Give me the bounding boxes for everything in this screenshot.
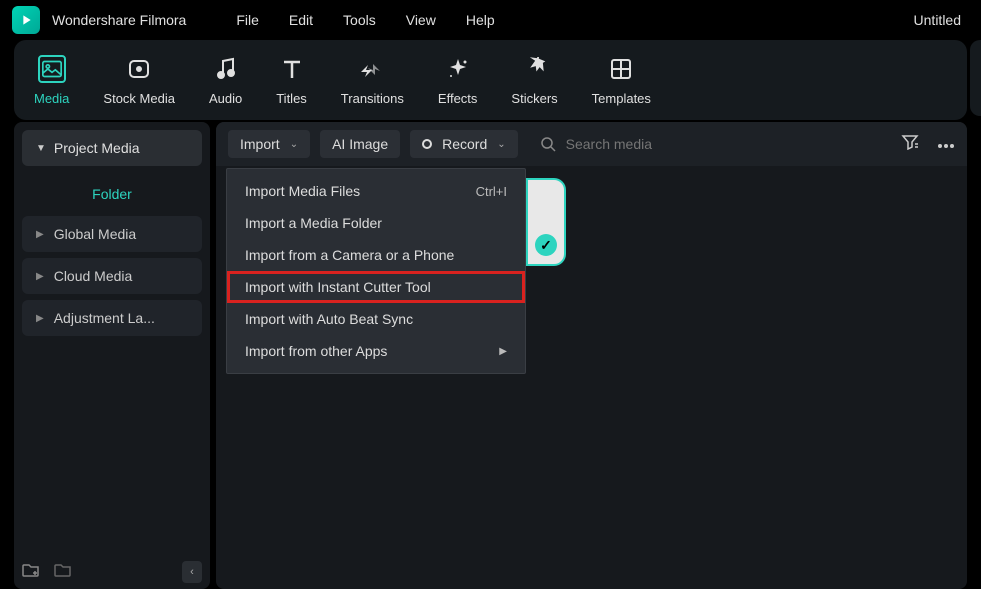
toolbar-audio[interactable]: Audio	[209, 55, 242, 106]
more-options-icon[interactable]	[937, 135, 955, 153]
app-logo-icon	[12, 6, 40, 34]
toolbar-effects-label: Effects	[438, 91, 478, 106]
audio-icon	[212, 55, 240, 83]
record-label: Record	[442, 136, 487, 152]
project-media-label: Project Media	[54, 140, 140, 156]
templates-icon	[607, 55, 635, 83]
content-panel: Import ⌄ AI Image Record ⌄ ✓	[216, 122, 967, 589]
sidebar-item-adjustment-layer[interactable]: ▶ Adjustment La...	[22, 300, 202, 336]
menu-help[interactable]: Help	[466, 12, 495, 28]
transitions-icon	[358, 55, 386, 83]
toolbar-transitions[interactable]: Transitions	[341, 55, 404, 106]
import-button[interactable]: Import ⌄	[228, 130, 310, 158]
dropdown-import-other-apps[interactable]: Import from other Apps ▶	[227, 335, 525, 367]
sidebar-item-label: Adjustment La...	[54, 310, 155, 326]
toolbar-templates-label: Templates	[592, 91, 651, 106]
dropdown-item-label: Import from other Apps	[245, 343, 387, 359]
sidebar-item-global-media[interactable]: ▶ Global Media	[22, 216, 202, 252]
sidebar: ▼ Project Media Folder ▶ Global Media ▶ …	[14, 122, 210, 589]
menu-edit[interactable]: Edit	[289, 12, 313, 28]
dropdown-import-instant-cutter[interactable]: Import with Instant Cutter Tool	[227, 271, 525, 303]
menu-view[interactable]: View	[406, 12, 436, 28]
menu-bar: File Edit Tools View Help	[236, 12, 494, 28]
ai-image-button[interactable]: AI Image	[320, 130, 400, 158]
chevron-down-icon: ⌄	[497, 139, 505, 150]
effects-icon	[444, 55, 472, 83]
sidebar-item-cloud-media[interactable]: ▶ Cloud Media	[22, 258, 202, 294]
dropdown-item-label: Import with Auto Beat Sync	[245, 311, 413, 327]
new-folder-icon[interactable]	[22, 562, 40, 583]
import-dropdown-menu: Import Media Files Ctrl+I Import a Media…	[226, 168, 526, 374]
toolbar-audio-label: Audio	[209, 91, 242, 106]
app-title: Wondershare Filmora	[52, 12, 186, 28]
dropdown-item-label: Import from a Camera or a Phone	[245, 247, 454, 263]
dropdown-item-label: Import a Media Folder	[245, 215, 382, 231]
dropdown-item-label: Import with Instant Cutter Tool	[245, 279, 431, 295]
import-label: Import	[240, 136, 280, 152]
toolbar-stickers[interactable]: Stickers	[511, 55, 557, 106]
dropdown-shortcut: Ctrl+I	[476, 184, 507, 199]
title-bar: Wondershare Filmora File Edit Tools View…	[0, 0, 981, 40]
search-wrap	[540, 136, 766, 152]
dropdown-import-camera-phone[interactable]: Import from a Camera or a Phone	[227, 239, 525, 271]
toolbar-media[interactable]: Media	[34, 55, 69, 106]
stock-media-icon	[125, 55, 153, 83]
toolbar-media-label: Media	[34, 91, 69, 106]
ai-image-label: AI Image	[332, 136, 388, 152]
chevron-right-icon: ▶	[36, 229, 44, 240]
search-icon	[540, 136, 556, 152]
toolbar-templates[interactable]: Templates	[592, 55, 651, 106]
toolbar-stock-media-label: Stock Media	[103, 91, 175, 106]
dropdown-import-media-folder[interactable]: Import a Media Folder	[227, 207, 525, 239]
content-toolbar: Import ⌄ AI Image Record ⌄	[216, 122, 967, 166]
folder-button[interactable]: Folder	[22, 172, 202, 216]
document-title: Untitled	[914, 12, 961, 28]
right-panel-edge	[970, 40, 981, 116]
stickers-icon	[521, 55, 549, 83]
dropdown-import-auto-beat[interactable]: Import with Auto Beat Sync	[227, 303, 525, 335]
folder-icon[interactable]	[54, 562, 72, 583]
sidebar-bottom-bar: ‹	[22, 561, 202, 583]
toolbar-stickers-label: Stickers	[511, 91, 557, 106]
dropdown-item-label: Import Media Files	[245, 183, 360, 199]
record-button[interactable]: Record ⌄	[410, 130, 518, 158]
chevron-down-icon: ⌄	[290, 139, 298, 150]
chevron-right-icon: ▶	[499, 346, 507, 357]
filter-icon[interactable]	[901, 134, 919, 155]
toolbar-transitions-label: Transitions	[341, 91, 404, 106]
chevron-right-icon: ▶	[36, 313, 44, 324]
chevron-down-icon: ▼	[36, 143, 46, 154]
project-media-dropdown[interactable]: ▼ Project Media	[22, 130, 202, 166]
toolbar-titles-label: Titles	[276, 91, 307, 106]
sidebar-item-label: Global Media	[54, 226, 137, 242]
checkmark-icon: ✓	[535, 234, 557, 256]
main-toolbar: Media Stock Media Audio Titles Transitio…	[14, 40, 967, 120]
menu-tools[interactable]: Tools	[343, 12, 376, 28]
collapse-sidebar-button[interactable]: ‹	[182, 561, 202, 583]
record-icon	[422, 139, 432, 149]
dropdown-import-media-files[interactable]: Import Media Files Ctrl+I	[227, 175, 525, 207]
toolbar-effects[interactable]: Effects	[438, 55, 478, 106]
search-input[interactable]	[566, 136, 766, 152]
chevron-right-icon: ▶	[36, 271, 44, 282]
menu-file[interactable]: File	[236, 12, 259, 28]
media-icon	[38, 55, 66, 83]
toolbar-stock-media[interactable]: Stock Media	[103, 55, 175, 106]
media-thumbnail-partial[interactable]: ✓	[526, 178, 566, 266]
sidebar-item-label: Cloud Media	[54, 268, 133, 284]
toolbar-titles[interactable]: Titles	[276, 55, 307, 106]
titles-icon	[278, 55, 306, 83]
